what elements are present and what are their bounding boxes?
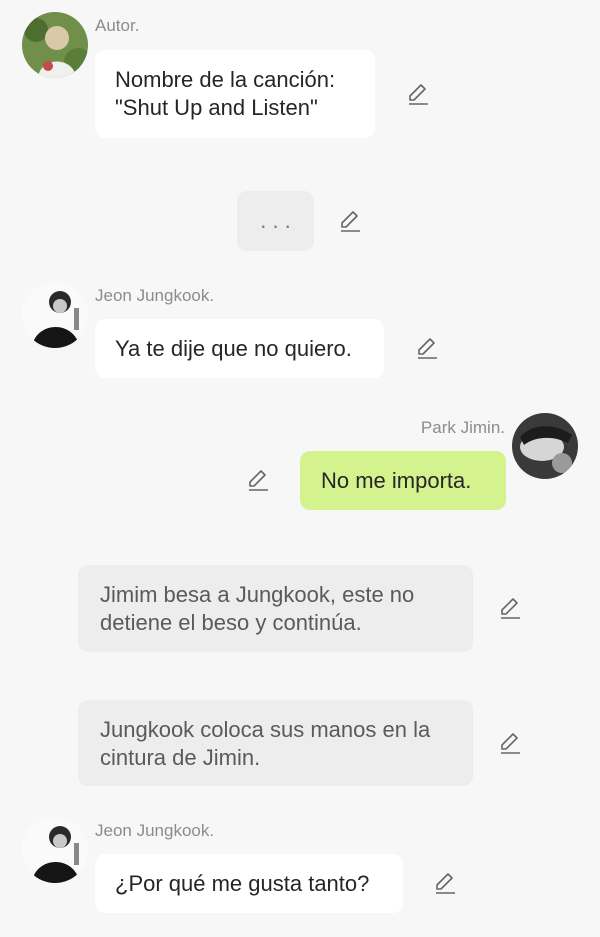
message-bubble[interactable]: No me importa. [300, 451, 506, 510]
narration-bubble[interactable]: Jimim besa a Jungkook, este no detiene e… [78, 565, 473, 652]
message-text: Ya te dije que no quiero. [115, 336, 352, 361]
message-text: ¿Por qué me gusta tanto? [115, 871, 370, 896]
speaker-name: Jeon Jungkook. [95, 286, 215, 305]
jungkook-avatar[interactable] [22, 282, 88, 348]
pencil-edit-icon[interactable] [432, 870, 458, 896]
message-bubble[interactable]: Ya te dije que no quiero. [95, 319, 384, 378]
message-text: No me importa. [321, 468, 472, 493]
narration-bubble[interactable]: . . . [237, 191, 314, 251]
jungkook-avatar[interactable] [22, 817, 88, 883]
speaker-name: Autor. [95, 16, 140, 35]
message-bubble[interactable]: ¿Por qué me gusta tanto? [95, 854, 403, 913]
pencil-edit-icon[interactable] [497, 730, 523, 756]
narration-bubble[interactable]: Jungkook coloca sus manos en la cintura … [78, 700, 473, 786]
pencil-edit-icon[interactable] [337, 208, 363, 234]
pencil-edit-icon[interactable] [245, 467, 271, 493]
pencil-edit-icon[interactable] [405, 81, 431, 107]
message-text: Nombre de la canción: "Shut Up and Liste… [115, 67, 336, 120]
pencil-edit-icon[interactable] [414, 335, 440, 361]
speaker-name: Jeon Jungkook. [95, 821, 215, 840]
jimin-avatar[interactable] [512, 413, 578, 479]
narration-text: Jimim besa a Jungkook, este no detiene e… [100, 582, 415, 635]
pencil-edit-icon[interactable] [497, 595, 523, 621]
author-avatar[interactable] [22, 12, 88, 78]
narration-text: . . . [260, 208, 291, 233]
narration-text: Jungkook coloca sus manos en la cintura … [100, 717, 431, 770]
message-bubble[interactable]: Nombre de la canción: "Shut Up and Liste… [95, 50, 375, 138]
speaker-name: Park Jimin. [420, 418, 505, 437]
